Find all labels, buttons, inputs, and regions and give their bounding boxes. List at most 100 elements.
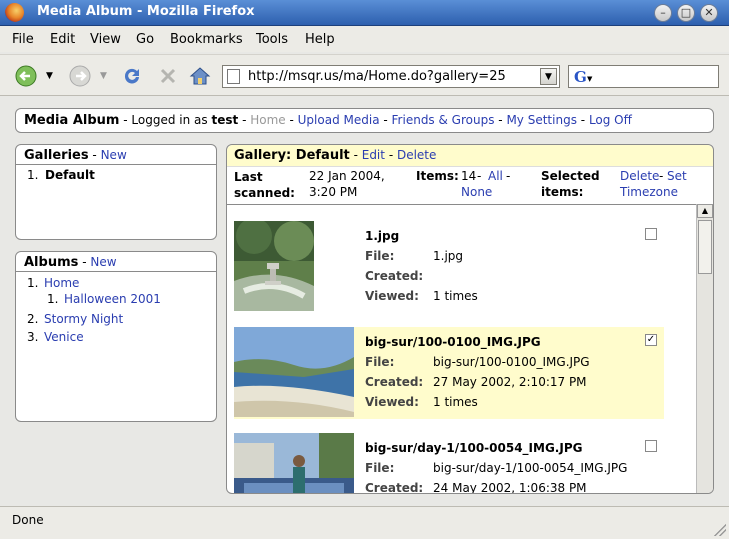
forward-icon[interactable] — [68, 64, 92, 88]
created-value: 27 May 2002, 2:10:17 PM — [433, 375, 587, 389]
delete-gallery-link[interactable]: Delete — [397, 148, 436, 162]
media-name[interactable]: big-sur/100-0100_IMG.JPG — [365, 335, 541, 349]
album-number: 3. — [27, 330, 39, 344]
set-timezone-link-timezone[interactable]: Timezone — [620, 185, 678, 199]
album-venice[interactable]: Venice — [44, 330, 84, 344]
file-value: 1.jpg — [433, 249, 464, 263]
minimize-button[interactable]: – — [654, 4, 672, 22]
menu-bookmarks[interactable]: Bookmarks — [170, 32, 243, 47]
file-label: File: — [365, 249, 395, 263]
file-label: File: — [365, 355, 395, 369]
log-off-link[interactable]: Log Off — [589, 113, 632, 127]
albums-header: Albums - New — [16, 252, 216, 272]
window-titlebar: Media Album - Mozilla Firefox – □ ✕ — [0, 0, 729, 26]
vertical-scrollbar[interactable]: ▲ — [696, 204, 713, 493]
media-thumbnail[interactable] — [234, 221, 314, 311]
select-checkbox[interactable] — [645, 228, 657, 240]
reload-icon[interactable] — [120, 64, 144, 88]
navigation-toolbar: ▼ ▼ http://msqr.us/ma/Home.do?gallery=25… — [0, 54, 729, 96]
album-stormy-night[interactable]: Stormy Night — [44, 312, 123, 326]
home-icon[interactable] — [188, 64, 212, 88]
gallery-number: 1. — [27, 168, 39, 182]
new-album-link[interactable]: New — [90, 255, 116, 269]
scroll-thumb[interactable] — [698, 220, 712, 274]
menu-go[interactable]: Go — [136, 32, 154, 47]
menu-file[interactable]: File — [12, 32, 34, 47]
viewed-value: 1 times — [433, 289, 478, 303]
my-settings-link[interactable]: My Settings — [506, 113, 577, 127]
gallery-header: Gallery: Default - Edit - Delete — [227, 145, 713, 167]
friends-groups-link[interactable]: Friends & Groups — [392, 113, 495, 127]
resize-grip-icon[interactable] — [714, 524, 726, 536]
header-bar: Media Album - Logged in as test - Home -… — [15, 108, 714, 133]
home-link[interactable]: Home — [250, 113, 285, 127]
gallery-item-default[interactable]: Default — [45, 168, 95, 182]
menu-bar: File Edit View Go Bookmarks Tools Help — [0, 26, 729, 75]
media-thumbnail[interactable] — [234, 433, 354, 494]
menu-help[interactable]: Help — [305, 32, 335, 47]
select-checkbox-checked[interactable]: ✓ — [645, 334, 657, 346]
back-icon[interactable] — [14, 64, 38, 88]
select-checkbox[interactable] — [645, 440, 657, 452]
galleries-panel: Galleries - New 1. Default — [15, 144, 217, 240]
galleries-heading: Galleries — [24, 148, 89, 163]
new-gallery-link[interactable]: New — [101, 148, 127, 162]
username: test — [211, 113, 239, 127]
upload-media-link[interactable]: Upload Media — [298, 113, 380, 127]
albums-panel: Albums - New 1. Home 1. Halloween 2001 2… — [15, 251, 217, 422]
media-thumbnail[interactable] — [234, 327, 354, 417]
media-list: 1.jpg File: 1.jpg Created: Viewed: 1 tim… — [227, 204, 697, 494]
scroll-up-icon[interactable]: ▲ — [697, 204, 713, 218]
album-home[interactable]: Home — [44, 276, 79, 290]
items-count: 14 — [461, 169, 477, 183]
page-icon — [227, 69, 240, 84]
file-label: File: — [365, 461, 395, 475]
selected-items-label-2: items: — [541, 185, 584, 199]
viewed-label: Viewed: — [365, 289, 419, 303]
set-timezone-link-set[interactable]: Set — [667, 169, 687, 183]
url-text: http://msqr.us/ma/Home.do?gallery=25 — [248, 69, 506, 84]
page-content: Media Album - Logged in as test - Home -… — [0, 96, 729, 506]
close-button[interactable]: ✕ — [700, 4, 718, 22]
gallery-title: Gallery: Default — [234, 148, 350, 163]
url-dropdown-icon[interactable]: ▼ — [540, 68, 557, 85]
search-input[interactable]: G ▼ — [568, 65, 719, 88]
status-text: Done — [12, 513, 44, 527]
select-none-link[interactable]: None — [461, 185, 492, 199]
viewed-label: Viewed: — [365, 395, 419, 409]
forward-dropdown-icon[interactable]: ▼ — [100, 71, 107, 81]
viewed-value: 1 times — [433, 395, 478, 409]
album-halloween-2001[interactable]: Halloween 2001 — [64, 292, 161, 306]
media-item: 1.jpg File: 1.jpg Created: Viewed: 1 tim… — [234, 221, 664, 313]
app-name: Media Album — [24, 113, 120, 128]
stop-icon[interactable] — [156, 64, 180, 88]
firefox-icon — [5, 3, 24, 22]
media-name[interactable]: 1.jpg — [365, 229, 399, 243]
album-number: 1. — [27, 276, 39, 290]
maximize-button[interactable]: □ — [677, 4, 695, 22]
search-engine-dropdown-icon[interactable]: ▼ — [587, 75, 592, 83]
album-number: 1. — [47, 292, 59, 306]
created-label: Created: — [365, 481, 424, 494]
back-dropdown-icon[interactable]: ▼ — [46, 71, 53, 81]
menu-view[interactable]: View — [90, 32, 121, 47]
items-label: Items: — [416, 169, 459, 183]
last-scanned-time: 3:20 PM — [309, 185, 358, 199]
menu-tools[interactable]: Tools — [256, 32, 288, 47]
menu-edit[interactable]: Edit — [50, 32, 75, 47]
media-item: big-sur/day-1/100-0054_IMG.JPG File: big… — [234, 433, 664, 494]
select-all-link[interactable]: All — [488, 169, 503, 183]
album-number: 2. — [27, 312, 39, 326]
media-name[interactable]: big-sur/day-1/100-0054_IMG.JPG — [365, 441, 582, 455]
media-item-selected: big-sur/100-0100_IMG.JPG File: big-sur/1… — [234, 327, 664, 419]
created-label: Created: — [365, 269, 424, 283]
status-bar: Done — [0, 506, 729, 539]
created-value: 24 May 2002, 1:06:38 PM — [433, 481, 587, 494]
last-scanned-date: 22 Jan 2004, — [309, 169, 385, 183]
logged-in-text: - Logged in as — [123, 113, 208, 127]
edit-gallery-link[interactable]: Edit — [362, 148, 385, 162]
url-bar[interactable]: http://msqr.us/ma/Home.do?gallery=25 ▼ — [222, 65, 560, 88]
galleries-header: Galleries - New — [16, 145, 216, 165]
albums-heading: Albums — [24, 255, 79, 270]
delete-selected-link[interactable]: Delete — [620, 169, 659, 183]
